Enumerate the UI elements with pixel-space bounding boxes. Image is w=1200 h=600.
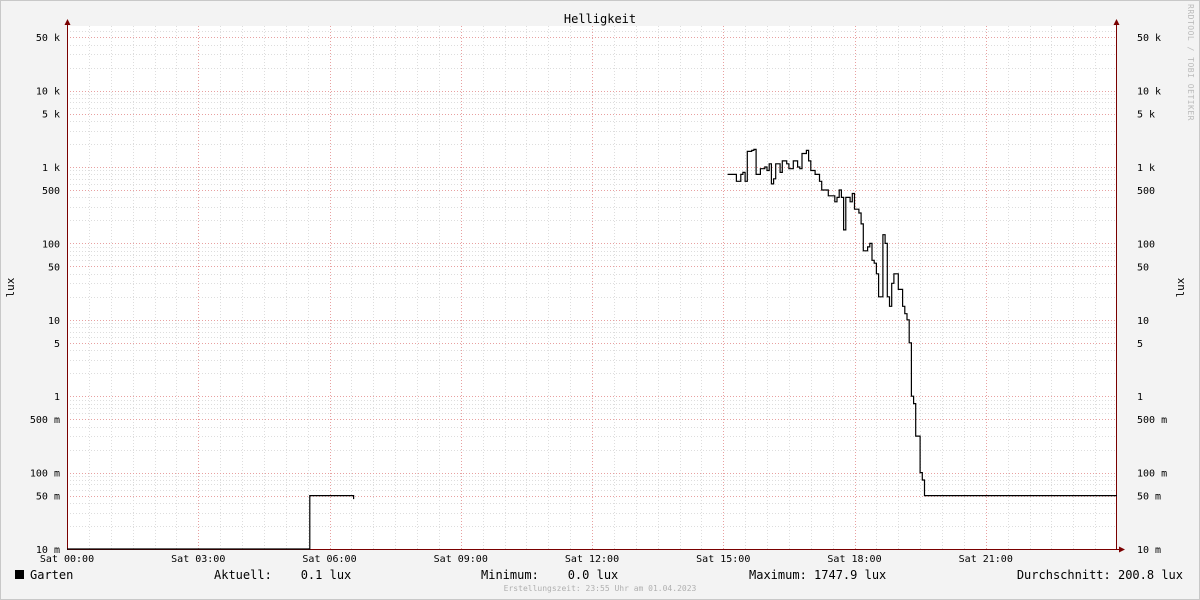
chart-canvas: 50 k 50 k 10 k 10 k 5 k 5 k 1 k 1 k 500 500 100 100…	[0, 0, 1200, 600]
legend-swatch-garten	[15, 570, 24, 579]
y-tick-label-right: 1 k	[1137, 163, 1155, 174]
rrdtool-watermark: RRDTOOL / TOBI OETIKER	[1186, 4, 1195, 121]
y-tick-label-left: 100 m	[30, 469, 60, 480]
x-tick-label: Sat 15:00	[696, 554, 750, 565]
stat-current: Aktuell: 0.1 lux	[214, 568, 352, 582]
y-axis-label-right: lux	[1174, 277, 1187, 297]
y-tick-label-left: 500	[42, 186, 60, 197]
y-tick-label-left: 1 k	[42, 163, 60, 174]
stat-average: Durchschnitt: 200.8 lux	[1016, 568, 1183, 582]
y-tick-label-right: 50	[1137, 262, 1149, 273]
chart-title: Helligkeit	[564, 12, 636, 26]
y-tick-label-right: 100	[1137, 239, 1155, 250]
legend-stats-row: Garten Aktuell: 0.1 lux Minimum: 0.0 lux…	[0, 566, 1200, 584]
x-tick-label: Sat 03:00	[171, 554, 225, 565]
y-tick-label-right: 10 k	[1137, 87, 1161, 98]
y-axis-label-left: lux	[4, 277, 17, 297]
y-tick-label-left: 50 k	[36, 33, 60, 44]
x-tick-label: Sat 06:00	[302, 554, 356, 565]
y-tick-label-right: 100 m	[1137, 469, 1167, 480]
creation-timestamp: Erstellungszeit: 23:55 Uhr am 01.04.2023	[503, 584, 697, 593]
y-tick-label-left: 50 m	[36, 492, 60, 503]
y-tick-label-right: 5	[1137, 339, 1143, 350]
y-tick-label-left: 10	[48, 316, 60, 327]
y-tick-label-left: 5 k	[42, 110, 60, 121]
y-tick-label-left: 5	[54, 339, 60, 350]
y-tick-label-right: 50 k	[1137, 33, 1161, 44]
y-tick-label-right: 500 m	[1137, 415, 1167, 426]
x-tick-label: Sat 12:00	[565, 554, 619, 565]
y-tick-label-left: 500 m	[30, 415, 60, 426]
y-tick-label-right: 500	[1137, 186, 1155, 197]
y-tick-label-right: 10	[1137, 316, 1149, 327]
x-tick-label: Sat 09:00	[434, 554, 488, 565]
x-tick-label: Sat 21:00	[959, 554, 1013, 565]
y-tick-label-right: 1	[1137, 392, 1143, 403]
legend-label-garten: Garten	[30, 568, 74, 582]
y-tick-label-right: 5 k	[1137, 110, 1155, 121]
x-tick-label: Sat 18:00	[827, 554, 881, 565]
stat-maximum: Maximum: 1747.9 lux	[749, 568, 887, 582]
y-tick-label-right: 10 m	[1137, 545, 1161, 556]
y-tick-label-left: 100	[42, 239, 60, 250]
y-tick-label-right: 50 m	[1137, 492, 1161, 503]
y-tick-label-left: 10 k	[36, 87, 60, 98]
y-tick-label-left: 1	[54, 392, 60, 403]
stat-minimum: Minimum: 0.0 lux	[481, 568, 619, 582]
chart-root: 50 k 50 k 10 k 10 k 5 k 5 k 1 k 1 k 500 500 100 100…	[0, 0, 1200, 600]
y-tick-label-left: 50	[48, 262, 60, 273]
x-tick-label: Sat 00:00	[40, 554, 94, 565]
